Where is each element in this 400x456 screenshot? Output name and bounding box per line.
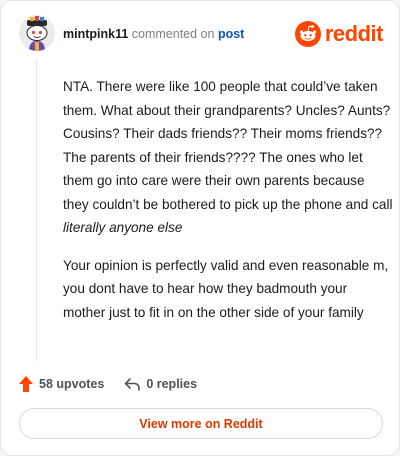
replies-button[interactable]: 0 replies xyxy=(124,377,197,391)
comment-meta: mintpink11 commented on post xyxy=(63,27,244,41)
upvote-button[interactable]: 58 upvotes xyxy=(19,376,104,392)
emphasis-text: literally anyone else xyxy=(63,220,183,235)
view-more-button[interactable]: View more on Reddit xyxy=(19,408,383,439)
upvote-count: 58 upvotes xyxy=(39,377,105,391)
username-link[interactable]: mintpink11 xyxy=(63,27,128,41)
thread-line xyxy=(36,59,37,361)
paragraph-text: Your opinion is perfectly valid and even… xyxy=(63,257,389,320)
reply-count: 0 replies xyxy=(146,377,198,391)
post-link[interactable]: post xyxy=(218,27,244,41)
paragraph-text: NTA. There were like 100 people that cou… xyxy=(63,79,393,212)
reply-arrow-icon xyxy=(125,378,141,391)
action-text: commented on xyxy=(131,27,215,41)
reddit-comment-card: mintpink11 commented on post reddit NTA.… xyxy=(0,0,400,456)
user-avatar[interactable] xyxy=(19,15,55,51)
reddit-brand[interactable]: reddit xyxy=(294,19,384,49)
comment-stats: 58 upvotes 0 replies xyxy=(19,373,217,395)
comment-body: NTA. There were like 100 people that cou… xyxy=(63,75,393,338)
upvote-arrow-icon xyxy=(19,376,33,392)
snoo-avatar-icon xyxy=(19,15,55,51)
comment-paragraph-2: Your opinion is perfectly valid and even… xyxy=(63,254,393,325)
comment-header: mintpink11 commented on post reddit xyxy=(19,13,384,57)
comment-paragraph-1: NTA. There were like 100 people that cou… xyxy=(63,75,393,240)
reddit-wordmark: reddit xyxy=(324,21,384,46)
reddit-logo-icon xyxy=(294,21,321,47)
